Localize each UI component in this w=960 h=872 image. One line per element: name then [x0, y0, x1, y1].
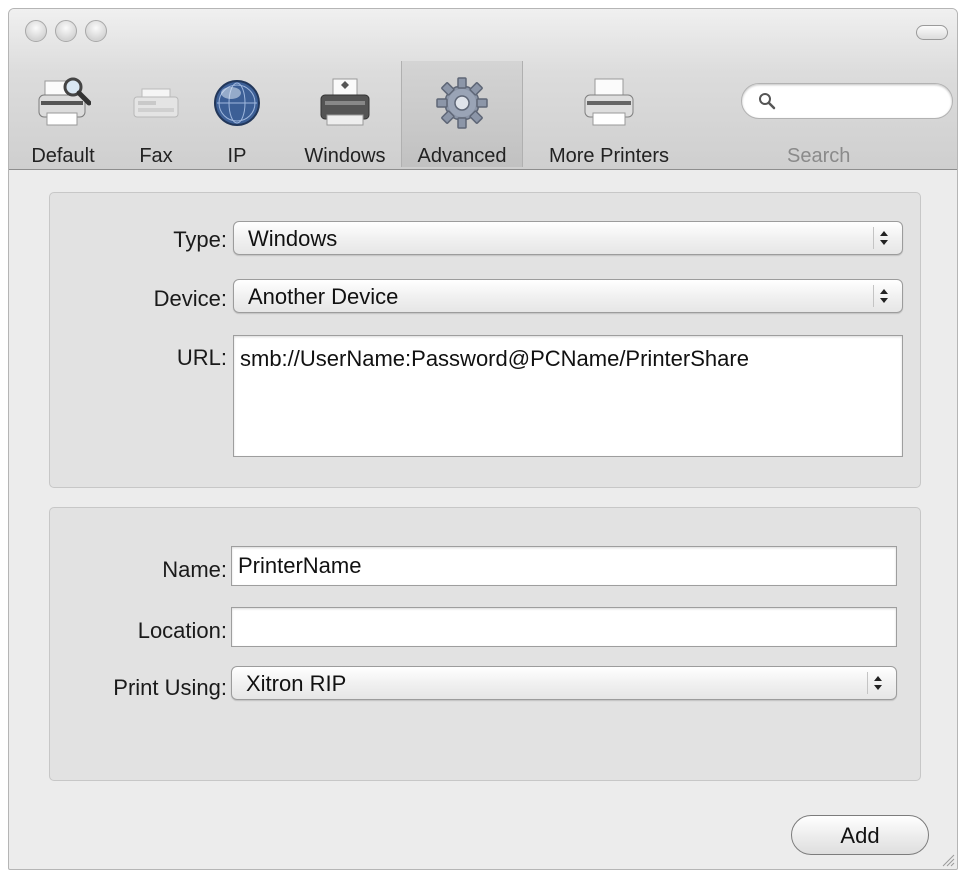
- fax-icon: [133, 88, 179, 118]
- device-popup[interactable]: Another Device: [233, 279, 903, 313]
- name-label: Name:: [162, 557, 227, 582]
- default-printer-icon: [38, 77, 91, 126]
- toolbar-item-windows[interactable]: Windows: [291, 63, 399, 169]
- print-using-value: Xitron RIP: [246, 671, 347, 696]
- resize-grip-icon[interactable]: [941, 853, 955, 867]
- type-value: Windows: [248, 226, 338, 251]
- toolbar-toggle-button[interactable]: [916, 25, 948, 40]
- toolbar-label-fax: Fax: [139, 145, 173, 167]
- toolbar-item-ip[interactable]: IP: [205, 63, 269, 169]
- print-using-label: Print Using:: [113, 675, 227, 700]
- toolbar-label-more-printers: More Printers: [548, 145, 670, 167]
- url-field[interactable]: smb://UserName:Password@PCName/PrinterSh…: [233, 335, 903, 457]
- toolbar-item-fax[interactable]: Fax: [121, 63, 191, 169]
- zoom-button[interactable]: [85, 20, 107, 42]
- location-label: Location:: [137, 618, 227, 643]
- add-button[interactable]: Add: [791, 815, 929, 855]
- toolbar-item-more-printers[interactable]: More Printers: [535, 63, 683, 169]
- gear-icon: [436, 77, 488, 129]
- toolbar-label-advanced: Advanced: [417, 145, 507, 167]
- minimize-button[interactable]: [55, 20, 77, 42]
- chevron-up-down-icon: [873, 285, 888, 307]
- close-button[interactable]: [25, 20, 47, 42]
- type-popup[interactable]: Windows: [233, 221, 903, 255]
- toolbar-label-ip: IP: [227, 145, 247, 167]
- name-value: PrinterName: [238, 553, 362, 578]
- location-field[interactable]: [231, 607, 897, 647]
- search-label: Search: [787, 145, 851, 167]
- toolbar: Default Fax IP Windows Advanced More Pri…: [9, 9, 957, 170]
- toolbar-label-windows: Windows: [304, 145, 386, 167]
- toolbar-item-advanced[interactable]: Advanced: [401, 61, 523, 167]
- url-label: URL:: [176, 345, 227, 370]
- url-value: smb://UserName:Password@PCName/PrinterSh…: [240, 346, 749, 371]
- search-input[interactable]: [780, 88, 944, 116]
- print-using-popup[interactable]: Xitron RIP: [231, 666, 897, 700]
- name-field[interactable]: PrinterName: [231, 546, 897, 586]
- search-field[interactable]: [741, 83, 953, 119]
- type-label: Type:: [173, 227, 227, 252]
- printer-icon: [584, 78, 634, 126]
- add-printer-window: Default Fax IP Windows Advanced More Pri…: [8, 8, 958, 870]
- search-icon: [759, 93, 776, 110]
- chevron-up-down-icon: [873, 227, 888, 249]
- toolbar-item-default[interactable]: Default: [13, 63, 113, 169]
- device-label: Device:: [153, 286, 227, 311]
- globe-icon: [214, 80, 260, 126]
- windows-printer-icon: [320, 78, 370, 126]
- toolbar-label-default: Default: [31, 145, 95, 167]
- chevron-up-down-icon: [867, 672, 882, 694]
- device-value: Another Device: [248, 284, 399, 309]
